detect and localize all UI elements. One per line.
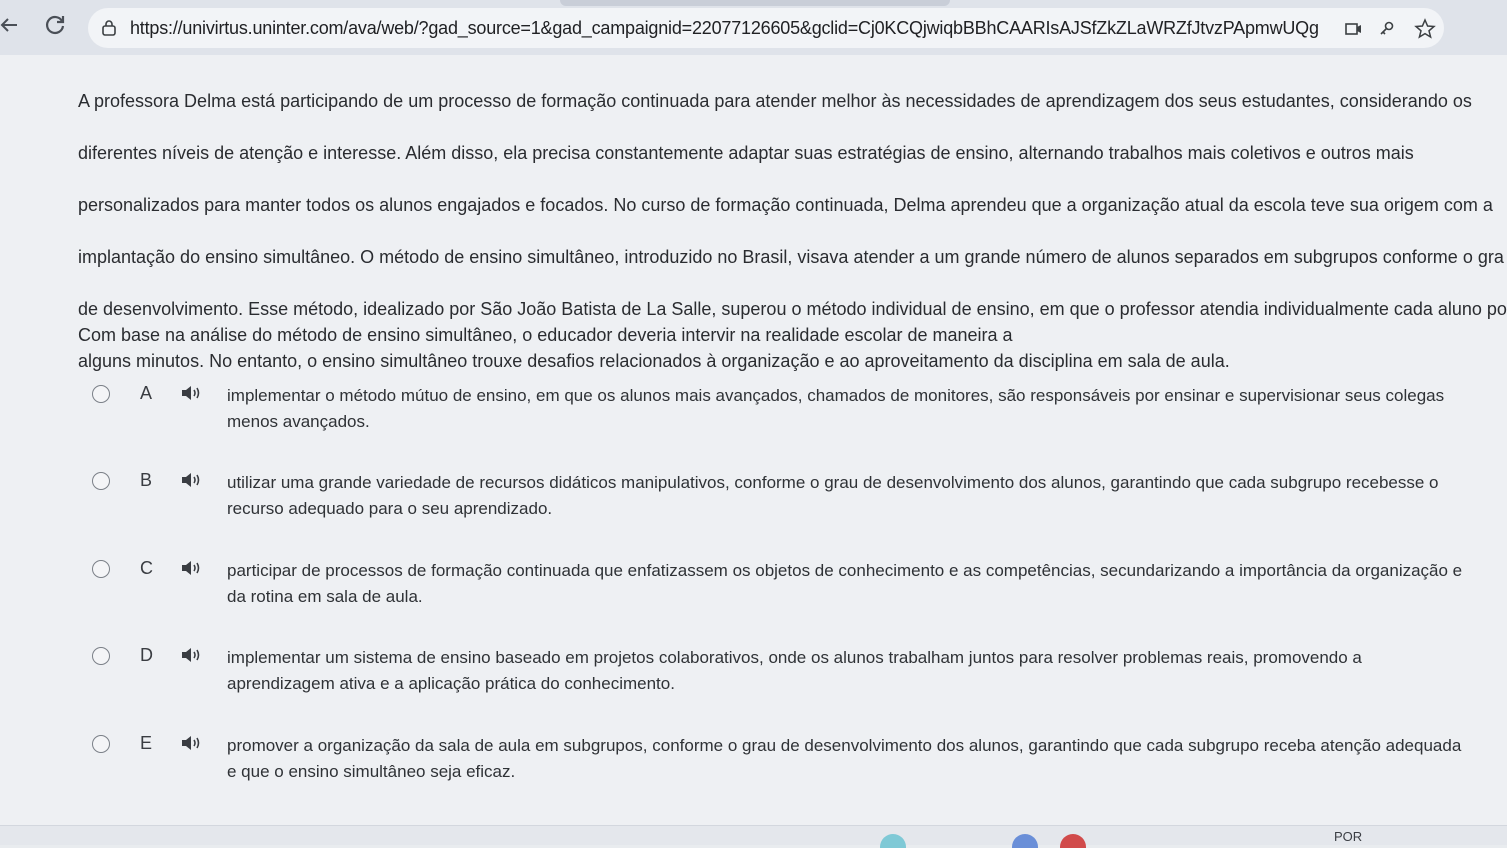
speaker-icon[interactable] (180, 471, 202, 489)
back-arrow-icon (0, 18, 17, 32)
speaker-icon[interactable] (180, 734, 202, 752)
bookmark-star-icon[interactable] (1414, 18, 1436, 40)
option-d[interactable]: D implementar um sistema de ensino basea… (0, 645, 1507, 705)
option-text-line: implementar um sistema de ensino baseado… (227, 648, 1362, 667)
option-text-line: promover a organização da sala de aula e… (227, 736, 1462, 755)
site-info-icon[interactable] (100, 19, 118, 37)
option-d-radio[interactable] (92, 647, 110, 665)
speaker-icon[interactable] (180, 384, 202, 402)
reload-icon (45, 15, 65, 35)
option-text-line: da rotina em sala de aula. (227, 587, 423, 606)
statement-line: A professora Delma está participando de … (78, 91, 1472, 111)
key-icon[interactable] (1376, 18, 1398, 40)
back-button[interactable] (0, 10, 24, 40)
input-language-indicator[interactable]: POR (1334, 829, 1362, 844)
option-text: implementar um sistema de ensino baseado… (227, 645, 1507, 697)
option-c-radio[interactable] (92, 560, 110, 578)
option-a[interactable]: A implementar o método mútuo de ensino, … (0, 383, 1507, 443)
browser-toolbar: https://univirtus.uninter.com/ava/web/?g… (0, 0, 1507, 55)
option-text-line: menos avançados. (227, 412, 370, 431)
taskbar-app-icon[interactable] (1060, 834, 1086, 848)
speaker-icon[interactable] (180, 646, 202, 664)
tab-strip (560, 0, 950, 6)
question-statement: A professora Delma está participando de … (78, 62, 1507, 400)
option-text-line: recurso adequado para o seu aprendizado. (227, 499, 553, 518)
option-c[interactable]: C participar de processos de formação co… (0, 558, 1507, 618)
option-letter: E (140, 733, 153, 753)
option-text: utilizar uma grande variedade de recurso… (227, 470, 1507, 522)
option-text: implementar o método mútuo de ensino, em… (227, 383, 1507, 435)
url-text[interactable]: https://univirtus.uninter.com/ava/web/?g… (130, 18, 1320, 39)
reload-button[interactable] (40, 10, 70, 40)
option-e[interactable]: E promover a organização da sala de aula… (0, 733, 1507, 793)
taskbar: POR (0, 825, 1507, 848)
statement-line: implantação do ensino simultâneo. O méto… (78, 247, 1504, 267)
option-letter: A (140, 383, 153, 403)
address-bar[interactable]: https://univirtus.uninter.com/ava/web/?g… (88, 8, 1444, 48)
taskbar-app-icon[interactable] (880, 834, 906, 848)
statement-line: alguns minutos. No entanto, o ensino sim… (78, 351, 1230, 371)
option-text-line: utilizar uma grande variedade de recurso… (227, 473, 1439, 492)
option-text: promover a organização da sala de aula e… (227, 733, 1507, 785)
option-b[interactable]: B utilizar uma grande variedade de recur… (0, 470, 1507, 530)
statement-line: de desenvolvimento. Esse método, idealiz… (78, 299, 1507, 319)
option-text-line: implementar o método mútuo de ensino, em… (227, 386, 1445, 405)
statement-line: diferentes níveis de atenção e interesse… (78, 143, 1414, 163)
option-text-line: participar de processos de formação cont… (227, 561, 1463, 580)
option-e-radio[interactable] (92, 735, 110, 753)
cast-icon[interactable] (1342, 18, 1364, 40)
option-letter: C (140, 558, 153, 578)
option-text-line: aprendizagem ativa e a aplicação prática… (227, 674, 675, 693)
speaker-icon[interactable] (180, 559, 202, 577)
option-text: participar de processos de formação cont… (227, 558, 1507, 610)
option-text-line: e que o ensino simultâneo seja eficaz. (227, 762, 516, 781)
statement-line: personalizados para manter todos os alun… (78, 195, 1493, 215)
option-b-radio[interactable] (92, 472, 110, 490)
question-prompt: Com base na análise do método de ensino … (78, 325, 1013, 345)
option-letter: D (140, 645, 153, 665)
taskbar-app-icon[interactable] (1012, 834, 1038, 848)
option-letter: B (140, 470, 153, 490)
option-a-radio[interactable] (92, 385, 110, 403)
